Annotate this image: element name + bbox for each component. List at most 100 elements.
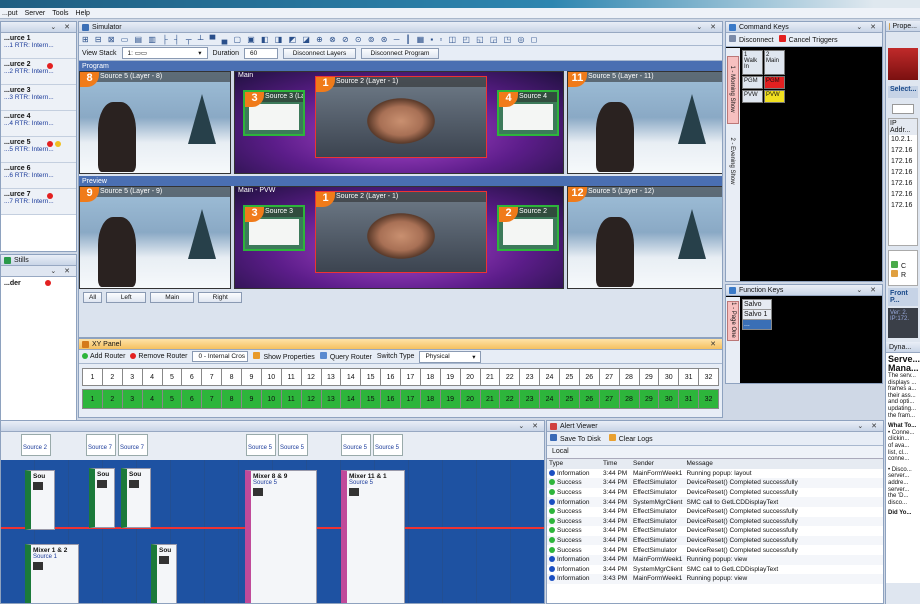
xy-source-button[interactable]: 8 — [222, 369, 242, 385]
xy-destination-button[interactable]: 4 — [143, 390, 163, 408]
command-key[interactable]: 1 Walk In — [742, 50, 763, 75]
source-item[interactable]: ...urce 7 ...7 RTR: Intern... — [1, 189, 76, 215]
xy-destination-button[interactable]: 6 — [182, 390, 203, 408]
xy-source-button[interactable]: 10 — [262, 369, 282, 385]
source-item[interactable]: ...urce 4 ...4 RTR: Intern... — [1, 111, 76, 137]
xy-destination-button[interactable]: 29 — [640, 390, 660, 408]
command-key[interactable]: PVW — [742, 90, 763, 103]
switch-type-select[interactable]: Physical ▾ — [419, 350, 482, 363]
source-item[interactable]: ...urce 1 ...1 RTR: Intern... — [1, 33, 76, 59]
alert-row[interactable]: Information 3:44 PM MainFormWeek1 Running p… — [547, 554, 883, 565]
timeline-source-tile[interactable]: Source 7 — [118, 434, 148, 456]
left-button[interactable]: Left — [106, 292, 147, 303]
xy-source-button[interactable]: 2 — [103, 369, 123, 385]
xy-source-button[interactable]: 5 — [163, 369, 183, 385]
disconnect-program-button[interactable]: Disconnect Program — [360, 47, 439, 59]
timeline-strip[interactable]: Mixer 1 & 2 Source 1 — [25, 544, 79, 603]
xy-destination-button[interactable]: 5 — [163, 390, 183, 408]
xy-destination-button[interactable]: 3 — [123, 390, 143, 408]
xy-destination-button[interactable]: 2 — [103, 390, 123, 408]
xy-destination-button[interactable]: 11 — [282, 390, 302, 408]
stills-tab[interactable]: Stills — [1, 255, 76, 266]
xy-source-button[interactable]: 30 — [659, 369, 680, 385]
center-layer-viewport[interactable]: Source 2 (Layer - 1) 1 — [315, 191, 487, 273]
source-left-viewport[interactable]: Source 5 (Layer - 9) 9 — [79, 186, 231, 289]
xy-destination-button[interactable]: 20 — [461, 390, 481, 408]
menu-help[interactable]: Help — [76, 10, 90, 17]
alert-row[interactable]: Success 3:44 PM EffectSimulator DeviceReset… — [547, 478, 883, 488]
command-key[interactable]: PGM — [742, 76, 763, 89]
panel-controls[interactable]: ⌄ ✕ — [856, 23, 879, 31]
source-item[interactable]: ...urce 6 ...6 RTR: Intern... — [1, 163, 76, 189]
ip-item[interactable]: 172.16 — [889, 179, 917, 190]
menu-server[interactable]: Server — [25, 10, 46, 17]
source-item[interactable]: ...urce 3 ...3 RTR: Intern... — [1, 85, 76, 111]
xy-source-button[interactable]: 19 — [441, 369, 461, 385]
timeline-source-tile[interactable]: Source 7 — [86, 434, 116, 456]
timeline-strip[interactable]: Sou — [151, 544, 177, 603]
xy-source-button[interactable]: 32 — [699, 369, 719, 385]
timeline-strip[interactable]: Sou — [25, 470, 55, 530]
xy-destination-button[interactable]: 32 — [699, 390, 719, 408]
xy-destination-button[interactable]: 17 — [401, 390, 421, 408]
add-router-button[interactable]: Add Router — [82, 353, 125, 360]
stills-item[interactable]: ...der — [1, 277, 76, 290]
cancel-triggers-button[interactable]: Cancel Triggers — [778, 35, 838, 44]
alert-row[interactable]: Information 3:44 PM SystemMgrClient SMC cal… — [547, 565, 883, 575]
col-sender[interactable]: Sender — [631, 459, 684, 469]
pip-viewport[interactable]: Source 22 — [497, 205, 559, 251]
xy-source-button[interactable]: 11 — [282, 369, 302, 385]
timeline-strip[interactable]: Sou — [89, 468, 115, 528]
xy-destination-button[interactable]: 14 — [341, 390, 362, 408]
xy-source-button[interactable]: 25 — [560, 369, 580, 385]
ip-item[interactable]: 172.16 — [889, 146, 917, 157]
ip-item[interactable]: 172.16 — [889, 157, 917, 168]
menu-input[interactable]: ...put — [2, 10, 18, 17]
command-key[interactable]: PVW — [764, 90, 785, 103]
xy-source-button[interactable]: 14 — [341, 369, 362, 385]
col-type[interactable]: Type — [547, 459, 601, 469]
xy-destination-button[interactable]: 31 — [679, 390, 700, 408]
xy-source-button[interactable]: 15 — [361, 369, 382, 385]
xy-source-button[interactable]: 3 — [123, 369, 143, 385]
xy-destination-button[interactable]: 25 — [560, 390, 580, 408]
panel-controls[interactable]: ⌄ ✕ — [50, 267, 73, 275]
source-right-viewport[interactable]: Source 5 (Layer - 12) 12 — [567, 186, 722, 289]
timeline-strip[interactable]: Sou — [121, 468, 151, 528]
show-properties-button[interactable]: Show Properties — [253, 352, 315, 361]
alert-tab-local[interactable]: Local — [547, 446, 883, 458]
xy-destination-button[interactable]: 16 — [381, 390, 401, 408]
main-button[interactable]: Main — [150, 292, 195, 303]
source-item[interactable]: ...urce 2 ...2 RTR: Intern... — [1, 59, 76, 85]
close-icon[interactable]: ✕ — [710, 340, 719, 348]
main-viewport[interactable]: Main - PVW Source 2 (Layer - 1) 1 Source 33… — [234, 186, 564, 289]
timeline-source-tile[interactable]: Source 2 — [21, 434, 51, 456]
query-router-button[interactable]: Query Router — [319, 352, 372, 361]
center-layer-viewport[interactable]: Source 2 (Layer - 1) 1 — [315, 76, 487, 158]
all-button[interactable]: All — [83, 292, 103, 303]
panel-controls[interactable]: ⌄ ✕ — [856, 286, 879, 294]
xy-destination-button[interactable]: 18 — [421, 390, 441, 408]
alert-row[interactable]: Success 3:44 PM EffectSimulator DeviceReset… — [547, 526, 883, 536]
function-key-salvo[interactable]: Salvo — [743, 300, 771, 310]
col-message[interactable]: Message — [684, 459, 883, 469]
xy-destination-button[interactable]: 7 — [202, 390, 223, 408]
alert-row[interactable]: Information 3:43 PM MainFormWeek1 Running p… — [547, 574, 883, 584]
menu-tools[interactable]: Tools — [52, 10, 68, 17]
pip-viewport[interactable]: Source 3 (Layer - 3)3 — [243, 90, 305, 136]
view-stack-select[interactable]: 1: ▭▭ ▾ — [121, 47, 208, 59]
simulator-toolbar[interactable]: ⊞ ⊟ ⊠ ▭ ▤ ▥ ├ ┤ ┬ ┴ ▀ ▄ ▢ ▣ ◧ ◨ ◩ ◪ ⊕ ⊗ … — [79, 33, 722, 46]
ip-item[interactable]: 172.16 — [889, 201, 917, 212]
function-key-salvo-1[interactable]: Salvo 1 — [743, 310, 771, 320]
function-key-more[interactable]: ... — [743, 320, 771, 329]
xy-destination-button[interactable]: 28 — [620, 390, 640, 408]
source-left-viewport[interactable]: Source 5 (Layer - 8) 8 — [79, 71, 231, 174]
xy-source-button[interactable]: 28 — [620, 369, 640, 385]
alert-row[interactable]: Success 3:44 PM EffectSimulator DeviceReset… — [547, 516, 883, 527]
timeline-strip[interactable]: Mixer 8 & 9 Source 5 — [245, 470, 317, 603]
main-viewport[interactable]: MainSource 2 (Layer - 1)1Source 3 (Layer… — [234, 71, 564, 174]
timeline-source-tile[interactable]: Source 5 — [278, 434, 308, 456]
xy-source-button[interactable]: 29 — [640, 369, 660, 385]
xy-source-button[interactable]: 21 — [481, 369, 501, 385]
xy-destination-button[interactable]: 8 — [222, 390, 242, 408]
